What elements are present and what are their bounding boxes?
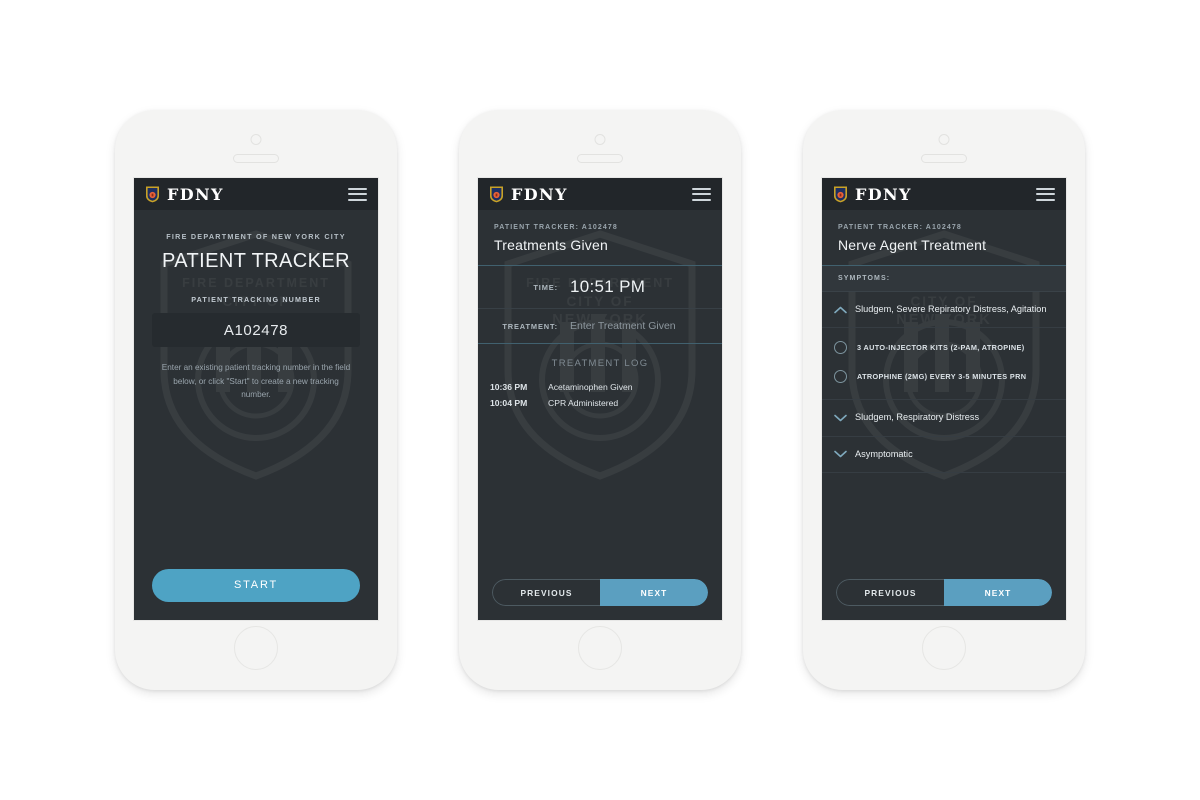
- page-header: PATIENT TRACKER: A102478 Nerve Agent Tre…: [822, 210, 1066, 265]
- app-header: FDNY: [478, 178, 722, 210]
- radio-button-icon[interactable]: [834, 341, 847, 355]
- pagination-pill: PREVIOUS NEXT: [836, 579, 1052, 606]
- treatment-field-row[interactable]: TREATMENT: Enter Treatment Given: [478, 309, 722, 343]
- treatment-label: TREATMENT:: [502, 321, 558, 331]
- previous-button[interactable]: PREVIOUS: [492, 579, 600, 606]
- earpiece-speaker-icon: [921, 154, 967, 163]
- next-button[interactable]: NEXT: [944, 579, 1052, 606]
- treatment-option-row[interactable]: 3 AUTO-INJECTOR KITS (2-PAM, ATROPINE): [822, 333, 1066, 362]
- list-item: Asymptomatic: [822, 437, 1066, 474]
- fdny-badge-icon: [145, 185, 160, 203]
- tracker-intro: FIRE DEPARTMENT OF NEW YORK CITY PATIENT…: [134, 210, 378, 402]
- table-row: 10:04 PM CPR Administered: [478, 395, 722, 411]
- start-button[interactable]: START: [152, 569, 360, 602]
- screen3-body: PATIENT TRACKER: A102478 Nerve Agent Tre…: [822, 210, 1066, 620]
- treatment-log-title: TREATMENT LOG: [551, 358, 649, 369]
- brand-title: FDNY: [511, 184, 568, 204]
- app-header: FDNY: [822, 178, 1066, 210]
- time-label: TIME:: [533, 282, 558, 292]
- screen-treatments-given: FIRE DEPARTMENT CITY OF NEW YORK FDNY PA…: [478, 178, 722, 620]
- log-description: CPR Administered: [548, 398, 619, 408]
- fdny-badge-icon: [833, 185, 848, 203]
- page-title: Treatments Given: [494, 237, 608, 253]
- screen-patient-tracker: FIRE DEPARTMENT CITY OF NEW YORK FDNY: [134, 178, 378, 620]
- page-header: PATIENT TRACKER: A102478 Treatments Give…: [478, 210, 722, 265]
- home-button[interactable]: [234, 626, 278, 670]
- phone-device-2: FIRE DEPARTMENT CITY OF NEW YORK FDNY PA…: [459, 110, 741, 690]
- symptom-label-1: Sludgem, Respiratory Distress: [855, 412, 980, 423]
- log-time: 10:04 PM: [490, 398, 528, 408]
- log-description: Acetaminophen Given: [548, 382, 633, 392]
- phone-mockup-stage: FIRE DEPARTMENT CITY OF NEW YORK FDNY: [0, 0, 1200, 800]
- tracking-number-label: PATIENT TRACKING NUMBER: [191, 295, 321, 304]
- app-header: FDNY: [134, 178, 378, 210]
- screen1-body: FIRE DEPARTMENT OF NEW YORK CITY PATIENT…: [134, 210, 378, 620]
- treatment-input[interactable]: Enter Treatment Given: [570, 320, 676, 332]
- chevron-down-icon: [832, 450, 849, 458]
- symptom-label-0: Sludgem, Severe Repiratory Distress, Agi…: [855, 304, 1047, 314]
- phone-device-1: FIRE DEPARTMENT CITY OF NEW YORK FDNY: [115, 110, 397, 690]
- front-camera-icon: [938, 134, 950, 145]
- screen-nerve-agent-treatment: FIRE DEPARTMENT CITY OF NEW YORK FDNY: [822, 178, 1066, 620]
- next-button[interactable]: NEXT: [600, 579, 708, 606]
- symptom-options-0: 3 AUTO-INJECTOR KITS (2-PAM, ATROPINE) A…: [822, 327, 1066, 399]
- treatment-option-label: ATROPHINE (2MG) EVERY 3-5 MINUTES PRN: [857, 372, 1027, 382]
- screen3-spacer: [822, 473, 1066, 579]
- patient-tracker-kicker: PATIENT TRACKER: A102478: [494, 224, 618, 231]
- list-item: Sludgem, Respiratory Distress: [822, 400, 1066, 437]
- treatment-option-row[interactable]: ATROPHINE (2MG) EVERY 3-5 MINUTES PRN: [822, 362, 1066, 391]
- treatment-option-label: 3 AUTO-INJECTOR KITS (2-PAM, ATROPINE): [857, 343, 1025, 353]
- hamburger-menu-icon[interactable]: [1036, 187, 1055, 201]
- department-line: FIRE DEPARTMENT OF NEW YORK CITY: [166, 232, 346, 241]
- screen2-spacer: [478, 411, 722, 579]
- symptom-accordion-header-2[interactable]: Asymptomatic: [822, 437, 1066, 472]
- hamburger-menu-icon[interactable]: [692, 187, 711, 201]
- screen3-footer: PREVIOUS NEXT: [822, 579, 1066, 620]
- table-row: 10:36 PM Acetaminophen Given: [478, 379, 722, 395]
- symptom-label-2: Asymptomatic: [855, 448, 913, 459]
- radio-button-icon[interactable]: [834, 370, 847, 384]
- brand-title: FDNY: [167, 184, 224, 204]
- pagination-pill: PREVIOUS NEXT: [492, 579, 708, 606]
- hamburger-menu-icon[interactable]: [348, 187, 367, 201]
- patient-tracker-kicker: PATIENT TRACKER: A102478: [838, 224, 962, 231]
- tracking-number-input[interactable]: A102478: [152, 313, 360, 347]
- time-field-row[interactable]: TIME: 10:51 PM: [478, 266, 722, 308]
- log-time: 10:36 PM: [490, 382, 528, 392]
- help-text: Enter an existing patient tracking numbe…: [161, 363, 351, 400]
- front-camera-icon: [250, 134, 262, 145]
- home-button[interactable]: [578, 626, 622, 670]
- time-value[interactable]: 10:51 PM: [570, 277, 645, 297]
- phone-device-3: FIRE DEPARTMENT CITY OF NEW YORK FDNY: [803, 110, 1085, 690]
- page-title: PATIENT TRACKER: [162, 250, 350, 272]
- brand-title: FDNY: [855, 184, 912, 204]
- front-camera-icon: [594, 134, 606, 145]
- screen2-footer: PREVIOUS NEXT: [478, 579, 722, 620]
- previous-button[interactable]: PREVIOUS: [836, 579, 944, 606]
- page-title: Nerve Agent Treatment: [838, 237, 987, 253]
- home-button[interactable]: [922, 626, 966, 670]
- list-item: Sludgem, Severe Repiratory Distress, Agi…: [822, 292, 1066, 401]
- screen1-footer: START: [134, 569, 378, 620]
- earpiece-speaker-icon: [233, 154, 279, 163]
- chevron-up-icon: [832, 306, 849, 314]
- chevron-down-icon: [832, 414, 849, 422]
- earpiece-speaker-icon: [577, 154, 623, 163]
- symptom-accordion-header-1[interactable]: Sludgem, Respiratory Distress: [822, 400, 1066, 435]
- symptoms-section-label: SYMPTOMS:: [822, 265, 1066, 292]
- fdny-badge-icon: [489, 185, 504, 203]
- screen1-spacer: [134, 402, 378, 569]
- screen2-body: PATIENT TRACKER: A102478 Treatments Give…: [478, 210, 722, 620]
- symptom-accordion-header-0[interactable]: Sludgem, Severe Repiratory Distress, Agi…: [822, 292, 1066, 327]
